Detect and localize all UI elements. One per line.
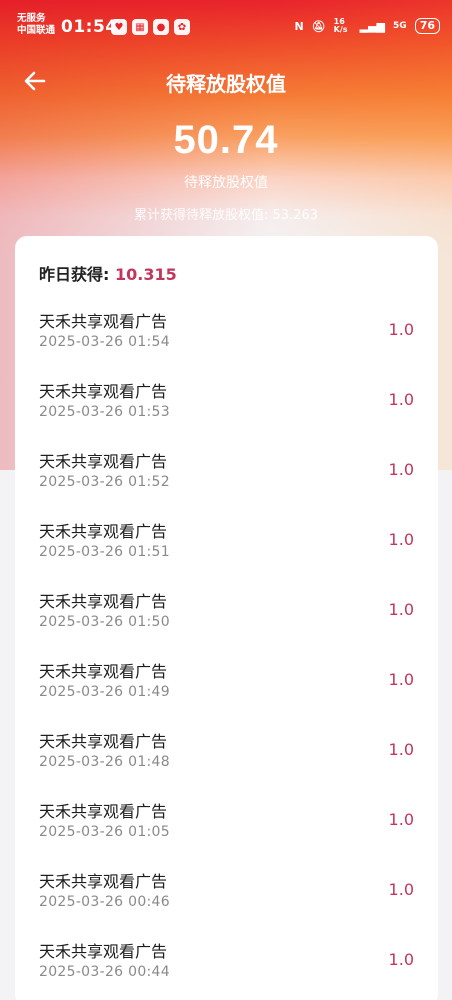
signal-5g: 5G <box>393 21 407 31</box>
battery-icon: 76 <box>414 18 440 34</box>
page-title: 待释放股权值 <box>166 72 286 96</box>
shield-app-icon: ♥ <box>111 19 127 35</box>
list-item[interactable]: 天禾共享观看广告 2025-03-26 01:49 1.0 <box>15 656 438 726</box>
list-item[interactable]: 天禾共享观看广告 2025-03-26 01:54 1.0 <box>15 306 438 376</box>
list-item[interactable]: 天禾共享观看广告 2025-03-26 00:44 1.0 <box>15 936 438 1000</box>
record-name: 天禾共享观看广告 <box>39 732 168 751</box>
list-item[interactable]: 天禾共享观看广告 2025-03-26 01:53 1.0 <box>15 376 438 446</box>
record-name: 天禾共享观看广告 <box>39 662 168 681</box>
mute-icon: 🔕︎ <box>311 19 326 33</box>
system-icons: N 🔕︎ 16 K/s ▂▄▆ 5G 76 <box>294 18 440 34</box>
records-list: 天禾共享观看广告 2025-03-26 01:54 1.0 天禾共享观看广告 2… <box>15 306 438 1000</box>
record-amount: 1.0 <box>388 950 414 969</box>
wechat-icon: ● <box>153 19 169 35</box>
record-time: 2025-03-26 01:52 <box>39 474 170 490</box>
wifi-off-icon: ▂▄▆ <box>359 19 386 33</box>
list-item[interactable]: 天禾共享观看广告 2025-03-26 01:05 1.0 <box>15 796 438 866</box>
list-item[interactable]: 天禾共享观看广告 2025-03-26 01:50 1.0 <box>15 586 438 656</box>
carrier-info: 无服务 中国联通 <box>17 13 55 37</box>
record-amount: 1.0 <box>388 740 414 759</box>
record-name: 天禾共享观看广告 <box>39 872 168 891</box>
record-amount: 1.0 <box>388 390 414 409</box>
list-item[interactable]: 天禾共享观看广告 2025-03-26 01:52 1.0 <box>15 446 438 516</box>
record-time: 2025-03-26 01:51 <box>39 544 170 560</box>
record-time: 2025-03-26 01:05 <box>39 824 170 840</box>
record-time: 2025-03-26 01:48 <box>39 754 170 770</box>
pending-equity-label: 待释放股权值 <box>184 175 268 191</box>
record-name: 天禾共享观看广告 <box>39 802 168 821</box>
record-name: 天禾共享观看广告 <box>39 382 168 401</box>
record-time: 2025-03-26 01:53 <box>39 404 170 420</box>
record-time: 2025-03-26 01:49 <box>39 684 170 700</box>
record-amount: 1.0 <box>388 880 414 899</box>
record-amount: 1.0 <box>388 460 414 479</box>
accumulated-total: 累计获得待释放股权值: 53.263 <box>134 208 318 223</box>
record-name: 天禾共享观看广告 <box>39 522 168 541</box>
list-item[interactable]: 天禾共享观看广告 2025-03-26 01:51 1.0 <box>15 516 438 586</box>
record-amount: 1.0 <box>388 670 414 689</box>
status-time: 01:54 <box>61 17 118 37</box>
pending-equity-value: 50.74 <box>173 118 279 162</box>
record-amount: 1.0 <box>388 600 414 619</box>
list-item[interactable]: 天禾共享观看广告 2025-03-26 00:46 1.0 <box>15 866 438 936</box>
record-amount: 1.0 <box>388 530 414 549</box>
baidu-icon: ✿ <box>174 19 190 35</box>
record-time: 2025-03-26 01:50 <box>39 614 170 630</box>
nfc-icon: N <box>294 19 304 33</box>
record-time: 2025-03-26 00:44 <box>39 964 170 980</box>
carrier-status: 无服务 <box>17 13 46 24</box>
net-speed: 16 K/s <box>333 17 348 34</box>
records-card: 昨日获得: 10.315 天禾共享观看广告 2025-03-26 01:54 1… <box>15 236 438 1000</box>
record-time: 2025-03-26 00:46 <box>39 894 170 910</box>
yesterday-label: 昨日获得: <box>39 265 110 284</box>
qr-app-icon: ▦ <box>132 19 148 35</box>
yesterday-earnings: 昨日获得: 10.315 <box>39 261 177 285</box>
yesterday-value: 10.315 <box>114 265 177 284</box>
record-name: 天禾共享观看广告 <box>39 942 168 961</box>
record-time: 2025-03-26 01:54 <box>39 334 170 350</box>
record-amount: 1.0 <box>388 810 414 829</box>
record-name: 天禾共享观看广告 <box>39 312 168 331</box>
status-bar: 无服务 中国联通 01:54 ♥ ▦ ● ✿ N 🔕︎ 16 K/s ▂▄▆ 5… <box>0 0 452 46</box>
record-name: 天禾共享观看广告 <box>39 452 168 471</box>
carrier-name: 中国联通 <box>17 25 56 36</box>
record-name: 天禾共享观看广告 <box>39 592 168 611</box>
notification-icons: ♥ ▦ ● ✿ <box>111 19 190 35</box>
record-amount: 1.0 <box>388 320 414 339</box>
list-item[interactable]: 天禾共享观看广告 2025-03-26 01:48 1.0 <box>15 726 438 796</box>
